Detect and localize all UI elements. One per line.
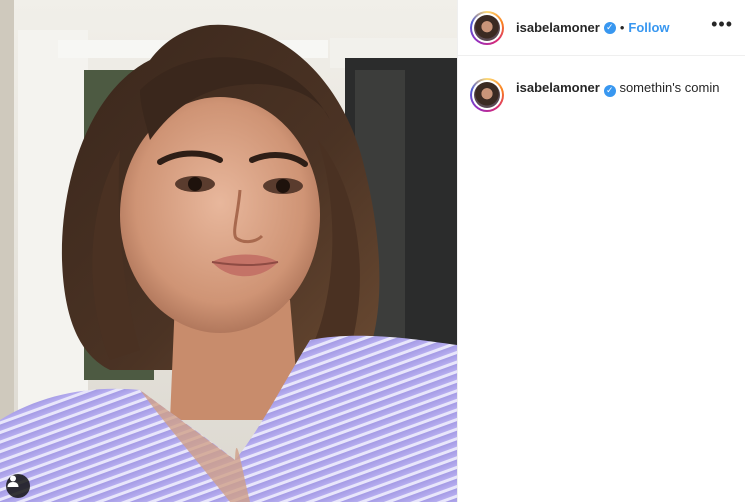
separator-dot: • (619, 20, 625, 35)
post-header: isabelamoner ✓ • Follow ••• (458, 0, 745, 56)
username-link[interactable]: isabelamoner (516, 20, 600, 35)
post-container: isabelamoner ✓ • Follow ••• isabelamoner… (0, 0, 745, 502)
user-tag-icon (7, 475, 19, 487)
caption-text: isabelamoner ✓ somethin's comin (516, 78, 719, 97)
post-sidebar: isabelamoner ✓ • Follow ••• isabelamoner… (457, 0, 745, 502)
caption-username-link[interactable]: isabelamoner (516, 80, 600, 95)
user-tag-button[interactable] (6, 474, 30, 498)
more-options-icon[interactable]: ••• (711, 15, 733, 37)
verified-badge-icon: ✓ (603, 21, 616, 34)
caption-body: somethin's comin (619, 80, 720, 95)
avatar[interactable] (470, 10, 504, 45)
caption-avatar-image (474, 82, 500, 108)
avatar-image (474, 14, 500, 41)
follow-button[interactable]: Follow (628, 20, 669, 35)
caption-row: isabelamoner ✓ somethin's comin (458, 56, 745, 112)
portrait-image (0, 0, 457, 502)
caption-verified-badge-icon: ✓ (603, 84, 616, 97)
post-photo[interactable] (0, 0, 457, 502)
caption-avatar[interactable] (470, 78, 504, 112)
